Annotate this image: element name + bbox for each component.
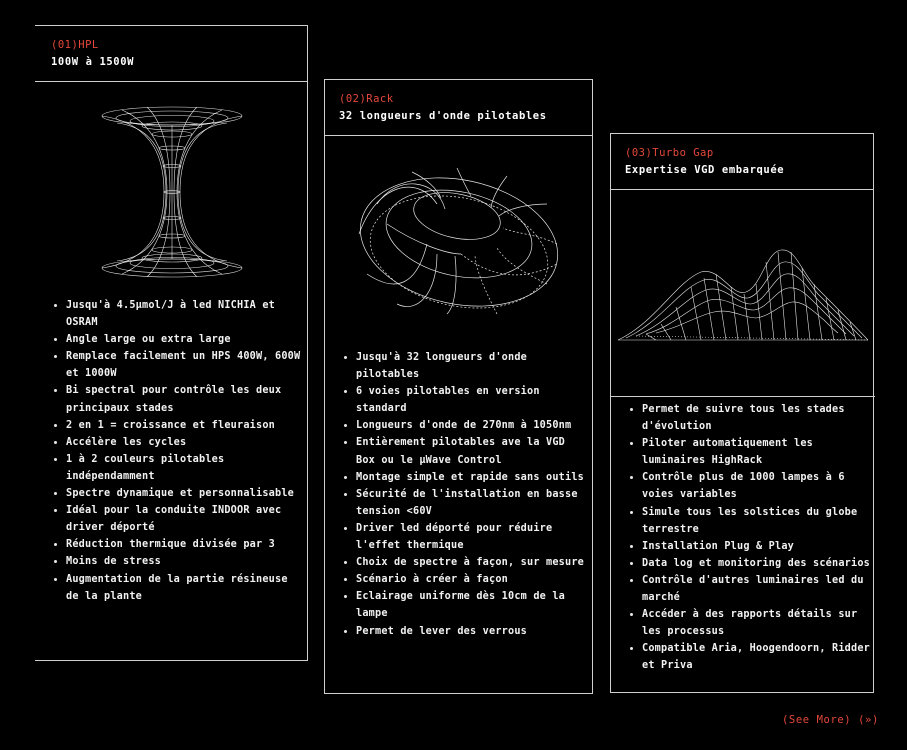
list-item: Réduction thermique divisée par 3 [52, 536, 302, 553]
list-item: Bi spectral pour contrôle les deux princ… [52, 382, 302, 416]
list-item: Compatible Aria, Hoogendoorn, Ridder et … [628, 640, 875, 674]
list-item: Moins de stress [52, 553, 302, 570]
list-item: Entièrement pilotables ave la VGD Box ou… [342, 434, 588, 468]
list-item: 1 à 2 couleurs pilotables indépendamment [52, 451, 302, 485]
terrain-wireframe-icon [617, 249, 869, 341]
list-item: Contrôle plus de 1000 lampes à 6 voies v… [628, 469, 875, 503]
list-item: Jusqu'à 4.5µmol/J à led NICHIA et OSRAM [52, 297, 302, 331]
list-item: Jusqu'à 32 longueurs d'onde pilotables [342, 349, 588, 383]
product-card-rack: (02)Rack 32 longueurs d'onde pilotables … [324, 79, 593, 694]
torus-wireframe-icon [358, 167, 559, 315]
list-item: Angle large ou extra large [52, 331, 302, 348]
list-item: Piloter automatiquement les luminaires H… [628, 435, 875, 469]
product-card-turbo-gap: (03)Turbo Gap Expertise VGD embarquée Pe… [610, 133, 875, 693]
list-item: Installation Plug & Play [628, 538, 875, 555]
list-item: Scénario à créer à façon [342, 571, 588, 588]
list-item: 6 voies pilotables en version standard [342, 383, 588, 417]
feature-list: Permet de suivre tous les stades d'évolu… [611, 396, 875, 675]
product-card-hpl: (01)HPL 100W à 1500W Jusqu'à 4.5µmol/J à… [35, 25, 308, 661]
list-item: Montage simple et rapide sans outils [342, 469, 588, 486]
list-item: Sécurité de l'installation en basse tens… [342, 486, 588, 520]
card-subtitle: Expertise VGD embarquée [625, 164, 785, 176]
see-more-link[interactable]: (See More) (») [782, 714, 879, 726]
list-item: Simule tous les solstices du globe terre… [628, 504, 875, 538]
card-header: (02)Rack 32 longueurs d'onde pilotables [325, 80, 592, 136]
see-more-label: (See More) [782, 714, 852, 726]
card-number: (03)Turbo Gap [625, 147, 714, 159]
card-number: (01)HPL [51, 39, 99, 51]
card-number: (02)Rack [339, 93, 394, 105]
list-item: Spectre dynamique et personnalisable [52, 485, 302, 502]
feature-list: Jusqu'à 32 longueurs d'onde pilotables 6… [342, 349, 588, 640]
list-item: Accéder à des rapports détails sur les p… [628, 606, 875, 640]
list-item: Augmentation de la partie résineuse de l… [52, 571, 302, 605]
list-item: Driver led déporté pour réduire l'effet … [342, 520, 588, 554]
list-item: Choix de spectre à façon, sur mesure [342, 554, 588, 571]
see-more-arrow-icon: (») [858, 714, 879, 726]
hourglass-wireframe-icon [101, 106, 243, 278]
list-item: 2 en 1 = croissance et fleuraison [52, 417, 302, 434]
card-subtitle: 32 longueurs d'onde pilotables [339, 110, 547, 122]
card-header: (01)HPL 100W à 1500W [35, 26, 307, 82]
list-item: Permet de suivre tous les stades d'évolu… [628, 401, 875, 435]
list-item: Data log et monitoring des scénarios [628, 555, 875, 572]
list-item: Longueurs d'onde de 270nm à 1050nm [342, 417, 588, 434]
list-item: Permet de lever des verrous [342, 623, 588, 640]
card-subtitle: 100W à 1500W [51, 56, 135, 68]
feature-list: Jusqu'à 4.5µmol/J à led NICHIA et OSRAM … [52, 297, 302, 605]
list-item: Eclairage uniforme dès 10cm de la lampe [342, 588, 588, 622]
list-item: Remplace facilement un HPS 400W, 600W et… [52, 348, 302, 382]
list-item: Accélère les cycles [52, 434, 302, 451]
list-item: Idéal pour la conduite INDOOR avec drive… [52, 502, 302, 536]
card-header: (03)Turbo Gap Expertise VGD embarquée [611, 134, 873, 190]
list-item: Contrôle d'autres luminaires led du marc… [628, 572, 875, 606]
